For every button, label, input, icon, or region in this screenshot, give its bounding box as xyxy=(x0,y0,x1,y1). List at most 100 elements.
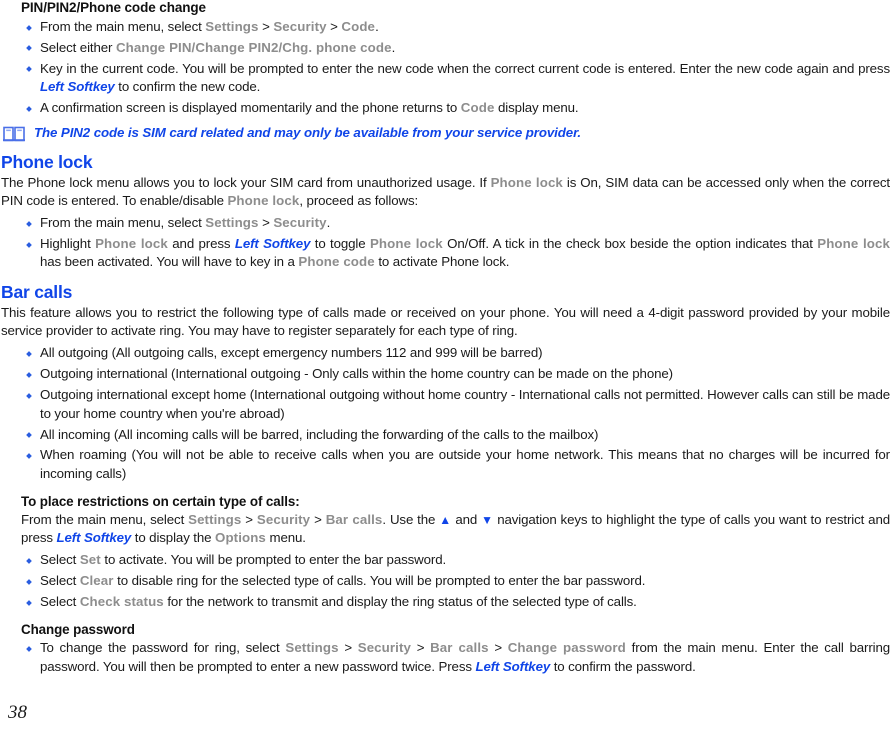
step-text-tail: display menu. xyxy=(494,100,579,116)
list-item: Outgoing international (International ou… xyxy=(21,365,890,383)
step-text-tail: . xyxy=(375,19,379,34)
change-password-heading: Change password xyxy=(21,622,135,638)
bar-calls-options-list: Select Set to activate. You will be prom… xyxy=(1,551,890,611)
note-callout: The PIN2 code is SIM card related and ma… xyxy=(3,124,890,142)
ui-term-change-password: Change password xyxy=(507,640,626,656)
separator: > xyxy=(411,640,431,656)
step-text: On/Off. A tick in the check box beside t… xyxy=(442,236,818,252)
section-bar-calls: Bar calls This feature allows you to res… xyxy=(1,282,890,676)
phone-lock-heading: Phone lock xyxy=(1,151,93,172)
step-text: Key in the current code. You will be pro… xyxy=(40,60,890,76)
ui-term-phone-lock: Phone lock xyxy=(369,236,443,252)
ui-term-settings: Settings xyxy=(205,215,259,231)
ui-term-settings: Settings xyxy=(205,19,259,34)
separator: > xyxy=(488,640,508,656)
list-item: Select either Change PIN/Change PIN2/Chg… xyxy=(21,39,890,57)
intro-text-tail: , proceed as follows: xyxy=(299,192,419,208)
restriction-text: From the main menu, select xyxy=(21,511,189,527)
bar-calls-types-list: All outgoing (All outgoing calls, except… xyxy=(1,344,890,483)
restrictions-lead-heading: To place restrictions on certain type of… xyxy=(21,493,300,509)
step-text-tail: . xyxy=(391,39,396,55)
step-text: has been activated. You will have to key… xyxy=(40,254,299,270)
restriction-text: to display the xyxy=(131,530,215,546)
intro-text: The Phone lock menu allows you to lock y… xyxy=(1,174,491,190)
list-item: From the main menu, select Settings > Se… xyxy=(21,18,890,36)
option-text: Select xyxy=(40,552,80,568)
pin-section-heading: PIN/PIN2/Phone code change xyxy=(21,0,206,15)
ui-term-phone-lock: Phone lock xyxy=(227,192,300,208)
ui-term-phone-lock: Phone lock xyxy=(817,236,891,252)
step-text-tail: to confirm the new code. xyxy=(114,79,261,95)
softkey-term-left-softkey: Left Softkey xyxy=(234,236,311,252)
page-number: 38 xyxy=(8,702,27,723)
list-item: Highlight Phone lock and press Left Soft… xyxy=(21,235,890,272)
separator: > xyxy=(258,215,274,231)
ui-term-options: Options xyxy=(215,530,266,546)
ui-term-settings: Settings xyxy=(188,511,242,527)
ui-term-check-status: Check status xyxy=(79,594,164,610)
step-text: to toggle xyxy=(310,236,370,252)
nav-up-icon: ▲ xyxy=(439,512,452,527)
note-text: The PIN2 code is SIM card related and ma… xyxy=(34,124,582,140)
change-password-text-tail: to confirm the password. xyxy=(550,658,696,674)
ui-term-settings: Settings xyxy=(285,640,339,656)
section-phone-lock: Phone lock The Phone lock menu allows yo… xyxy=(1,152,890,272)
option-text-tail: for the network to transmit and display … xyxy=(163,594,637,610)
section-pin-code-change: PIN/PIN2/Phone code change From the main… xyxy=(1,0,890,142)
book-icon xyxy=(3,126,25,142)
list-item: Select Check status for the network to t… xyxy=(21,593,890,611)
ui-term-security: Security xyxy=(357,640,411,656)
step-text: Highlight xyxy=(40,236,96,252)
softkey-term-left-softkey: Left Softkey xyxy=(56,530,132,546)
list-item: A confirmation screen is displayed momen… xyxy=(21,99,890,117)
bar-calls-heading: Bar calls xyxy=(1,281,73,302)
separator: > xyxy=(258,19,274,34)
restriction-text: and xyxy=(451,511,482,527)
nav-down-icon: ▼ xyxy=(481,512,494,527)
manual-page: PIN/PIN2/Phone code change From the main… xyxy=(0,0,891,731)
ui-term-security: Security xyxy=(273,19,327,34)
ui-term-phone-lock: Phone lock xyxy=(95,236,168,252)
change-password-text: To change the password for ring, select xyxy=(40,640,286,656)
restriction-text: . Use the xyxy=(382,511,440,527)
ui-term-security: Security xyxy=(273,215,327,231)
separator: > xyxy=(310,511,326,527)
list-item: From the main menu, select Settings > Se… xyxy=(21,214,890,232)
ui-term-bar-calls: Bar calls xyxy=(325,511,383,527)
separator: > xyxy=(241,511,257,527)
list-item: Outgoing international except home (Inte… xyxy=(21,386,890,423)
ui-term-change-pin: Change PIN/Change PIN2/Chg. phone code xyxy=(115,39,392,55)
separator: > xyxy=(326,19,342,34)
ui-term-code: Code xyxy=(460,100,495,116)
list-item: Key in the current code. You will be pro… xyxy=(21,60,890,97)
ui-term-phone-lock: Phone lock xyxy=(490,174,563,190)
step-text: and press xyxy=(167,236,235,252)
phone-lock-steps-list: From the main menu, select Settings > Se… xyxy=(1,214,890,272)
ui-term-code: Code xyxy=(341,19,376,34)
restrictions-paragraph: From the main menu, select Settings > Se… xyxy=(21,511,890,548)
restriction-text-tail: menu. xyxy=(265,530,306,546)
option-text: Select xyxy=(40,573,80,589)
phone-lock-intro: The Phone lock menu allows you to lock y… xyxy=(1,174,890,211)
separator: > xyxy=(338,640,358,656)
ui-term-set: Set xyxy=(79,552,101,568)
list-item: When roaming (You will not be able to re… xyxy=(21,446,890,483)
step-text-tail: to activate Phone lock. xyxy=(374,254,510,270)
pin-steps-list: From the main menu, select Settings > Se… xyxy=(1,18,890,118)
step-text: From the main menu, select xyxy=(40,215,206,231)
list-item: To change the password for ring, select … xyxy=(21,639,890,676)
ui-term-clear: Clear xyxy=(79,573,114,589)
list-item: Select Clear to disable ring for the sel… xyxy=(21,572,890,590)
bar-calls-intro: This feature allows you to restrict the … xyxy=(1,304,890,339)
step-text: Select either xyxy=(40,39,116,55)
option-text-tail: to disable ring for the selected type of… xyxy=(113,573,646,589)
step-text: From the main menu, select xyxy=(40,19,206,34)
option-text-tail: to activate. You will be prompted to ent… xyxy=(100,552,447,568)
ui-term-bar-calls: Bar calls xyxy=(430,640,489,656)
step-text-tail: . xyxy=(326,215,331,231)
option-text: Select xyxy=(40,594,80,610)
list-item: Select Set to activate. You will be prom… xyxy=(21,551,890,569)
ui-term-security: Security xyxy=(256,511,311,527)
list-item: All outgoing (All outgoing calls, except… xyxy=(21,344,890,362)
ui-term-phone-code: Phone code xyxy=(298,254,375,270)
